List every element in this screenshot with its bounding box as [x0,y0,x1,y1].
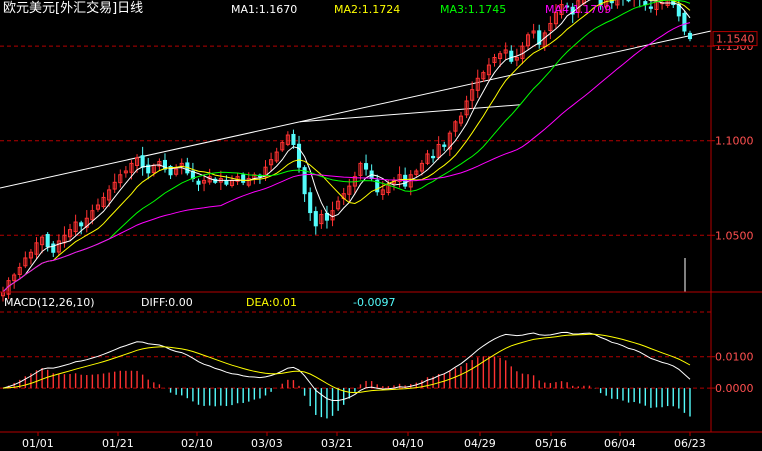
time-tick-label: 04/10 [392,437,424,450]
candle-body-down [509,50,514,62]
axis-labels: 1.05001.10001.15001.15400.00000.010001/0… [22,31,758,450]
macd-lines [2,331,691,401]
candle-body-down [364,163,369,170]
price-gridlines [0,45,711,389]
ma1-label: MA1:1.1670 [231,3,298,16]
trendline-upper [299,104,521,123]
candle-body-down [687,32,693,40]
ma-line-ma2 [2,0,691,293]
candle-body-down [196,180,201,185]
time-tick-label: 05/16 [535,437,567,450]
candle-body-down [442,144,447,147]
candle-body-down [45,233,50,248]
candles [0,0,693,302]
candle-body-down [643,1,648,6]
candle-body-down [431,155,436,159]
candle-body-down [682,12,687,32]
trendline-lower [0,30,712,189]
macd-diff-label: DIFF:0.00 [141,296,193,309]
macd-diff-line [2,331,691,401]
ma2-label: MA2:1.1724 [334,3,401,16]
candle-body-down [224,180,229,185]
moving-averages [2,0,691,293]
macd-label: MACD(12,26,10) [4,296,95,309]
time-tick-label: 06/04 [604,437,636,450]
chart-title: 欧元美元[外汇交易]日线 [3,1,144,16]
time-tick-label: 03/03 [251,437,283,450]
ma-line-ma3 [2,0,691,293]
ma4-label: MA4:1.1709 [545,3,612,16]
candle-body-down [308,192,313,214]
chart-canvas: 1.05001.10001.15001.15400.00000.010001/0… [0,0,762,450]
time-tick-label: 03/21 [321,437,353,450]
candle-body-down [648,6,653,9]
time-tick-label: 06/23 [674,437,706,450]
price-tick-label: 1.0500 [715,229,754,242]
ma3-label: MA3:1.1745 [440,3,507,16]
ma-line-ma1 [2,0,691,293]
time-tick-label: 01/01 [22,437,54,450]
axes [0,0,762,436]
candle-body-down [140,155,145,168]
trendlines [0,30,712,189]
macd-histogram [7,356,691,419]
time-tick-label: 02/10 [181,437,213,450]
price-tick-label: 1.1000 [715,135,754,148]
macd-dea-line [2,333,691,394]
macd-dea-label: DEA:0.01 [246,296,297,309]
candle-body-down [291,133,296,145]
candle-body-down [626,0,631,2]
macd-tick-label: 0.0100 [715,351,754,364]
macd-tick-label: 0.0000 [715,382,754,395]
candle-body-down [79,222,84,227]
time-tick-label: 04/29 [464,437,496,450]
candle-body-down [241,174,246,183]
macd-value-label: -0.0097 [353,296,396,309]
current-price-label: 1.1540 [716,33,755,46]
time-tick-label: 01/21 [102,437,134,450]
ma-line-ma4 [2,22,691,293]
candle-body-down [313,211,318,227]
